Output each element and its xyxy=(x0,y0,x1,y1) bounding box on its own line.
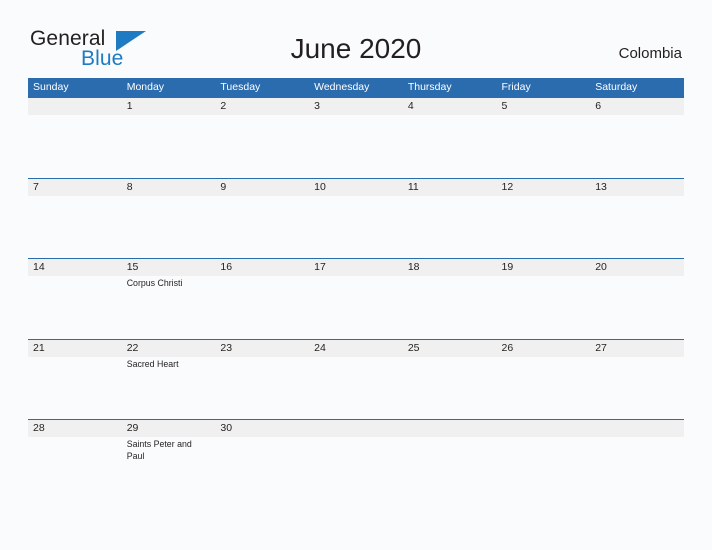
day-number[interactable]: 21 xyxy=(28,340,122,357)
day-event xyxy=(309,196,403,258)
day-number[interactable]: 25 xyxy=(403,340,497,357)
page-title: June 2020 xyxy=(290,33,422,64)
day-event xyxy=(309,357,403,419)
day-event xyxy=(122,196,216,258)
day-event xyxy=(403,115,497,177)
day-number[interactable]: 2 xyxy=(215,98,309,115)
day-number[interactable]: 26 xyxy=(497,340,591,357)
weekday-header-wednesday: Wednesday xyxy=(314,81,370,93)
day-event xyxy=(590,196,684,258)
day-event xyxy=(215,437,309,499)
week-event-strip: Saints Peter and Paul xyxy=(28,437,684,499)
weekday-header-sunday: Sunday xyxy=(33,81,69,93)
day-event: Corpus Christi xyxy=(126,278,183,289)
page-header: General Blue June 2020 Colombia xyxy=(0,0,712,78)
day-number[interactable]: 13 xyxy=(590,179,684,196)
day-event xyxy=(590,437,684,499)
day-number[interactable]: 4 xyxy=(403,98,497,115)
day-number[interactable]: 7 xyxy=(28,179,122,196)
day-number[interactable]: 29 xyxy=(122,420,216,437)
day-event xyxy=(309,276,403,338)
day-event xyxy=(590,357,684,419)
day-event xyxy=(497,357,591,419)
day-number[interactable] xyxy=(497,420,591,437)
day-number[interactable]: 23 xyxy=(215,340,309,357)
day-event xyxy=(403,196,497,258)
week-day-number-strip: 1 2 3 4 5 6 xyxy=(28,98,684,115)
day-event xyxy=(590,115,684,177)
day-number[interactable]: 5 xyxy=(497,98,591,115)
day-event xyxy=(28,357,122,419)
day-number[interactable] xyxy=(309,420,403,437)
day-number[interactable]: 10 xyxy=(309,179,403,196)
day-number[interactable]: 3 xyxy=(309,98,403,115)
day-event xyxy=(403,276,497,338)
week-day-number-strip: 7 8 9 10 11 12 13 xyxy=(28,178,684,196)
day-event xyxy=(215,357,309,419)
day-number[interactable]: 22 xyxy=(122,340,216,357)
day-number[interactable]: 11 xyxy=(403,179,497,196)
week-day-number-strip: 21 22 23 24 25 26 27 xyxy=(28,339,684,357)
week-day-number-strip: 14 15 16 17 18 19 20 xyxy=(28,259,684,277)
day-event xyxy=(215,276,309,338)
weekday-header-thursday: Thursday xyxy=(407,81,452,93)
day-number[interactable]: 12 xyxy=(497,179,591,196)
day-event xyxy=(28,196,122,258)
day-number[interactable]: 27 xyxy=(590,340,684,357)
calendar-grid: Sunday Monday Tuesday Wednesday Thursday… xyxy=(28,78,684,500)
day-event xyxy=(497,276,591,338)
day-event xyxy=(309,115,403,177)
week-day-number-strip: 28 29 30 xyxy=(28,420,684,438)
day-event: Saints Peter and Paul xyxy=(126,439,192,461)
week-event-strip xyxy=(28,196,684,258)
weekday-header-friday: Friday xyxy=(501,81,531,93)
day-number[interactable]: 24 xyxy=(309,340,403,357)
day-event xyxy=(403,437,497,499)
day-number[interactable]: 19 xyxy=(497,259,591,276)
day-event xyxy=(309,437,403,499)
day-event xyxy=(28,115,122,177)
weekday-header-saturday: Saturday xyxy=(595,81,638,93)
day-number[interactable]: 28 xyxy=(28,420,122,437)
week-event-strip xyxy=(28,115,684,177)
calendar-week-row: 7 8 9 10 11 12 13 xyxy=(28,177,684,259)
day-number[interactable]: 9 xyxy=(215,179,309,196)
weekday-header-row: Sunday Monday Tuesday Wednesday Thursday… xyxy=(28,78,684,97)
day-event xyxy=(122,115,216,177)
week-event-strip: Corpus Christi xyxy=(28,276,684,338)
day-event xyxy=(215,115,309,177)
calendar-week-row: 21 22 23 24 25 26 27 Sacred Heart xyxy=(28,338,684,420)
week-event-strip: Sacred Heart xyxy=(28,357,684,419)
day-event xyxy=(590,276,684,338)
day-event xyxy=(497,115,591,177)
day-number[interactable]: 18 xyxy=(403,259,497,276)
day-number[interactable]: 6 xyxy=(590,98,684,115)
day-number[interactable] xyxy=(403,420,497,437)
day-number[interactable]: 1 xyxy=(122,98,216,115)
day-number[interactable]: 17 xyxy=(309,259,403,276)
day-number[interactable] xyxy=(590,420,684,437)
day-event: Sacred Heart xyxy=(126,358,179,369)
day-number[interactable]: 8 xyxy=(122,179,216,196)
day-number[interactable]: 30 xyxy=(215,420,309,437)
country-label: Colombia xyxy=(618,45,682,62)
calendar-week-row: 1 2 3 4 5 6 xyxy=(28,97,684,178)
day-number[interactable]: 16 xyxy=(215,259,309,276)
calendar-week-row: 14 15 16 17 18 19 20 Corpus Christi xyxy=(28,258,684,339)
day-event xyxy=(497,437,591,499)
day-number[interactable]: 20 xyxy=(590,259,684,276)
weekday-header-monday: Monday xyxy=(126,81,165,93)
day-number[interactable] xyxy=(28,98,122,115)
day-event xyxy=(497,196,591,258)
day-event xyxy=(28,437,122,499)
day-event xyxy=(28,276,122,338)
day-event xyxy=(215,196,309,258)
day-event xyxy=(403,357,497,419)
day-number[interactable]: 15 xyxy=(122,259,216,276)
weekday-header-tuesday: Tuesday xyxy=(220,81,261,93)
calendar-week-row: 28 29 30 Saints Peter and Paul xyxy=(28,419,684,500)
day-number[interactable]: 14 xyxy=(28,259,122,276)
